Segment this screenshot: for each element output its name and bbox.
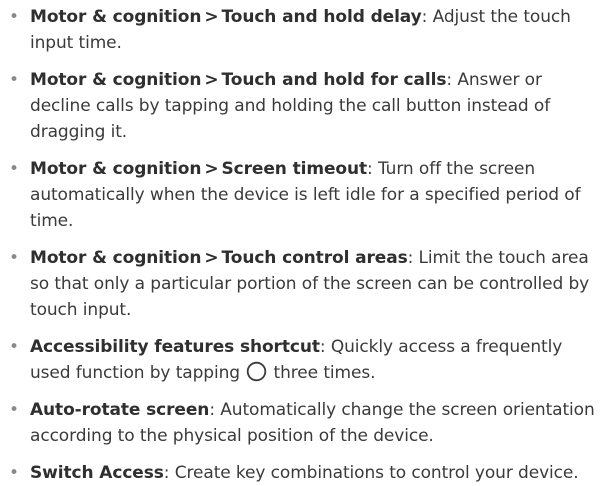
list-item-touch-and-hold-for-calls: • Motor & cognition > Touch and hold for c… — [8, 67, 597, 145]
setting-name: Accessibility features shortcut — [30, 337, 320, 357]
bullet: • — [9, 7, 19, 27]
bullet: • — [9, 159, 19, 179]
bullet: • — [9, 337, 19, 357]
setting-name: Touch and hold delay — [221, 7, 422, 27]
list-item-touch-and-hold-delay: • Motor & cognition > Touch and hold delay… — [8, 4, 597, 56]
setting-description-end: three times. — [268, 363, 376, 383]
setting-name: Auto-rotate screen — [30, 400, 210, 420]
manual-page: • Motor & cognition > Touch and hold delay… — [0, 0, 605, 483]
list-item-accessibility-features-shortcut: • Accessibility features shortcut: Quick… — [8, 334, 597, 386]
menu-path: Motor & cognition — [30, 248, 202, 268]
bullet: • — [9, 70, 19, 90]
bullet: • — [9, 400, 19, 420]
path-separator: > — [204, 248, 219, 268]
menu-path: Motor & cognition — [30, 70, 202, 90]
accessibility-settings-list: • Motor & cognition > Touch and hold delay… — [8, 4, 597, 486]
home-button-circle-icon — [246, 361, 267, 382]
list-item-touch-control-areas: • Motor & cognition > Touch control areas:… — [8, 245, 597, 323]
setting-description: Create key combinations to control your … — [169, 463, 579, 483]
setting-name: Touch and hold for calls — [221, 70, 447, 90]
menu-path: Motor & cognition — [30, 159, 202, 179]
setting-name: Switch Access — [30, 463, 164, 483]
list-item-switch-access: • Switch Access: Create key combinations… — [8, 460, 597, 486]
list-item-auto-rotate-screen: • Auto-rotate screen: Automatically chan… — [8, 397, 597, 449]
menu-path: Motor & cognition — [30, 7, 202, 27]
bullet: • — [9, 463, 19, 483]
path-separator: > — [204, 70, 219, 90]
bullet: • — [9, 248, 19, 268]
setting-name: Screen timeout — [221, 159, 368, 179]
setting-name: Touch control areas — [221, 248, 408, 268]
path-separator: > — [204, 7, 219, 27]
path-separator: > — [204, 159, 219, 179]
list-item-screen-timeout: • Motor & cognition > Screen timeout: Turn… — [8, 156, 597, 234]
